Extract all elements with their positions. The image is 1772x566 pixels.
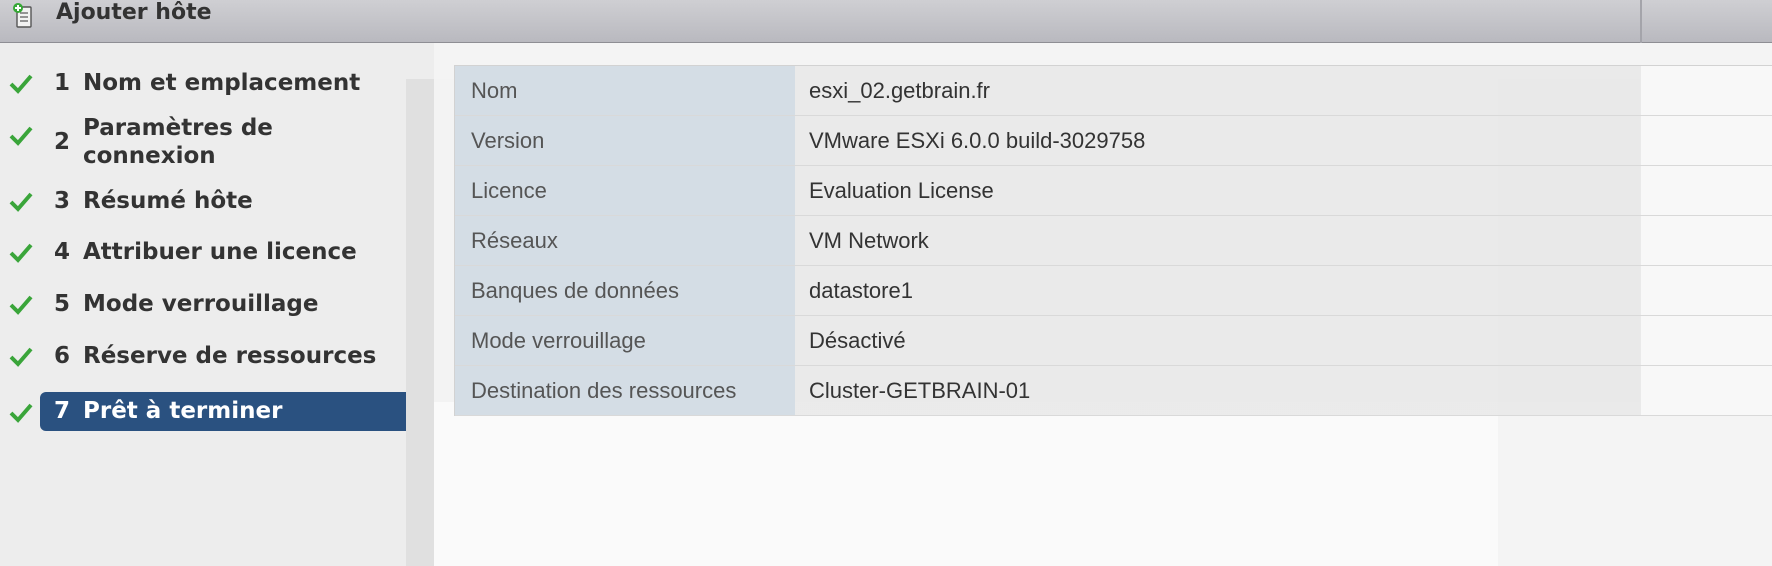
- dialog-titlebar: Ajouter hôte: [0, 0, 1772, 43]
- checkmark-icon: [9, 243, 33, 263]
- checkmark-icon: [9, 126, 33, 146]
- table-row: Licence Evaluation License: [455, 166, 1772, 216]
- table-row: Nom esxi_02.getbrain.fr: [455, 66, 1772, 116]
- row-key: Licence: [455, 166, 795, 215]
- table-row: Réseaux VM Network: [455, 216, 1772, 266]
- table-row: Version VMware ESXi 6.0.0 build-3029758: [455, 116, 1772, 166]
- row-key: Réseaux: [455, 216, 795, 265]
- step-number: 7: [54, 398, 71, 424]
- step-number: 3: [54, 188, 71, 214]
- step-number: 5: [54, 291, 71, 317]
- wizard-steps-sidebar: 1 Nom et emplacement 2 Paramètres de conne…: [0, 43, 434, 566]
- add-host-icon: [13, 3, 32, 28]
- step-number: 6: [54, 343, 71, 369]
- checkmark-icon: [9, 192, 33, 212]
- row-key: Banques de données: [455, 266, 795, 315]
- step-label: Attribuer une licence: [83, 239, 357, 265]
- checkmark-icon: [9, 347, 33, 367]
- step-label: Réserve de ressources: [83, 343, 377, 369]
- step-label: Nom et emplacement: [83, 70, 361, 96]
- step-label: Mode verrouillage: [83, 291, 319, 317]
- row-value: Désactivé: [795, 316, 1772, 365]
- row-value: Evaluation License: [795, 166, 1772, 215]
- step-number: 4: [54, 239, 71, 265]
- step-number: 2: [54, 129, 71, 155]
- checkmark-icon: [9, 74, 33, 94]
- step-label: Paramètres de connexion: [83, 115, 273, 169]
- titlebar-divider: [1640, 0, 1642, 43]
- row-key: Mode verrouillage: [455, 316, 795, 365]
- step-label: Prêt à terminer: [83, 398, 283, 424]
- dialog-title: Ajouter hôte: [56, 0, 212, 25]
- row-value: Cluster-GETBRAIN-01: [795, 366, 1772, 415]
- table-row: Destination des ressources Cluster-GETBR…: [455, 366, 1772, 416]
- row-key: Destination des ressources: [455, 366, 795, 415]
- row-value: VM Network: [795, 216, 1772, 265]
- row-value: datastore1: [795, 266, 1772, 315]
- table-row: Mode verrouillage Désactivé: [455, 316, 1772, 366]
- checkmark-icon: [9, 403, 33, 423]
- step-number: 1: [54, 70, 71, 96]
- step-label: Résumé hôte: [83, 188, 253, 214]
- table-row: Banques de données datastore1: [455, 266, 1772, 316]
- summary-table: Nom esxi_02.getbrain.fr Version VMware E…: [454, 65, 1772, 416]
- overlay-shadow-strip: [406, 79, 434, 566]
- row-value: VMware ESXi 6.0.0 build-3029758: [795, 116, 1772, 165]
- row-key: Nom: [455, 66, 795, 115]
- row-value: esxi_02.getbrain.fr: [795, 66, 1772, 115]
- checkmark-icon: [9, 295, 33, 315]
- row-key: Version: [455, 116, 795, 165]
